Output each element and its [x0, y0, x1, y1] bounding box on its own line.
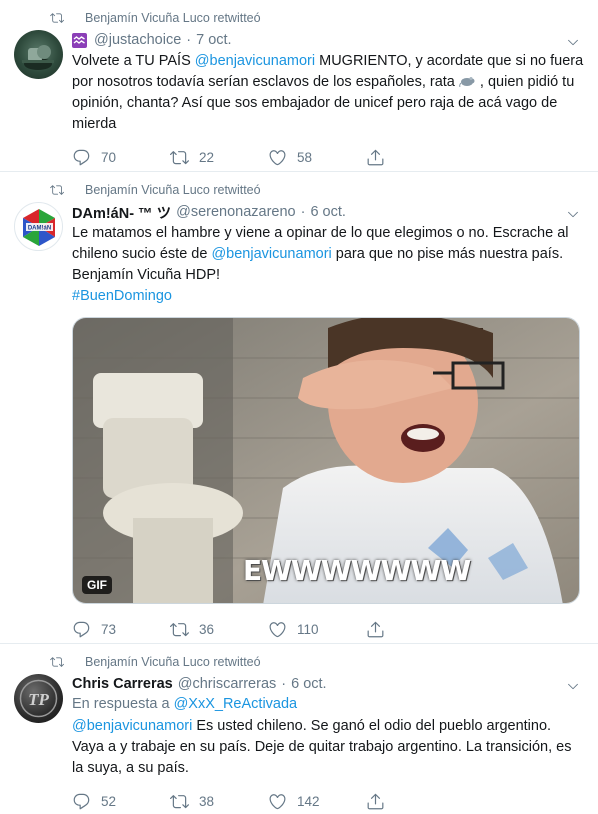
heart-icon [269, 621, 286, 637]
timeline-feed: Benjamín Vicuña Luco retwitteó @justacho… [0, 0, 598, 814]
retweet-context: Benjamín Vicuña Luco retwitteó [50, 10, 584, 26]
heart-icon [269, 149, 286, 165]
reply-count: 52 [101, 793, 117, 809]
retweet-label: Benjamín Vicuña Luco retwitteó [85, 655, 261, 669]
user-handle[interactable]: @serenonazareno [176, 204, 296, 220]
retweet-button[interactable]: 36 [170, 620, 268, 639]
tweet-text: Volvete a TU PAÍS @benjavicunamori MUGRI… [72, 51, 584, 135]
share-icon [367, 149, 384, 165]
retweet-context: Benjamín Vicuña Luco retwitteó [50, 654, 584, 670]
separator-dot: · [300, 204, 306, 220]
mention-link[interactable]: @benjavicunamori [72, 718, 192, 734]
timestamp[interactable]: 6 oct. [291, 676, 326, 692]
retweet-icon [170, 622, 189, 636]
separator-dot: · [186, 32, 192, 48]
retweet-context: Benjamín Vicuña Luco retwitteó [50, 182, 584, 198]
like-button[interactable]: 58 [268, 148, 366, 167]
retweet-icon [170, 150, 189, 164]
gif-media[interactable]: EWWWWWWW GIF [72, 317, 580, 604]
tweet[interactable]: Benjamín Vicuña Luco retwitteó @justacho… [0, 0, 598, 172]
tweet-actions: 70 22 58 [72, 137, 584, 177]
share-button[interactable] [366, 148, 464, 167]
tweet-actions: 73 36 110 [72, 609, 584, 649]
tweet[interactable]: Benjamín Vicuña Luco retwitteó DAM!áN DA [0, 172, 598, 644]
hashtag-link[interactable]: #BuenDomingo [72, 288, 172, 304]
mention-link[interactable]: @benjavicunamori [195, 53, 315, 69]
tweet-text: @benjavicunamori Es usted chileno. Se ga… [72, 716, 584, 779]
retweet-label: Benjamín Vicuña Luco retwitteó [85, 183, 261, 197]
reply-button[interactable]: 70 [72, 148, 170, 167]
share-button[interactable] [366, 620, 464, 639]
user-handle[interactable]: @chriscarreras [178, 676, 277, 692]
share-icon [367, 621, 384, 637]
like-button[interactable]: 142 [268, 792, 366, 811]
reply-button[interactable]: 73 [72, 620, 170, 639]
gif-caption: EWWWWWWW [243, 554, 471, 587]
like-count: 110 [297, 621, 319, 637]
user-handle[interactable]: @justachoice [94, 32, 181, 48]
aquarius-icon [72, 32, 87, 48]
like-button[interactable]: 110 [268, 620, 366, 639]
retweet-button[interactable]: 38 [170, 792, 268, 811]
retweet-icon [50, 13, 64, 23]
reply-context: En respuesta a @XxX_ReActivada [72, 694, 584, 715]
tweet-text: Le matamos el hambre y viene a opinar de… [72, 223, 584, 307]
separator-dot: · [281, 676, 287, 692]
reply-prefix: En respuesta a [72, 696, 174, 712]
chevron-down-icon[interactable] [566, 208, 580, 222]
svg-text:DAM!áN: DAM!áN [28, 226, 51, 232]
tweet[interactable]: Benjamín Vicuña Luco retwitteó TP Chris … [0, 644, 598, 814]
gif-badge: GIF [82, 576, 112, 594]
chevron-down-icon[interactable] [566, 680, 580, 694]
rat-emoji-icon [459, 74, 476, 90]
like-count: 142 [297, 793, 320, 809]
retweet-count: 38 [199, 793, 215, 809]
timestamp[interactable]: 6 oct. [310, 204, 345, 220]
mention-link[interactable]: @benjavicunamori [211, 246, 331, 262]
svg-text:TP: TP [28, 690, 49, 709]
reply-count: 70 [101, 149, 117, 165]
reply-icon [73, 621, 90, 637]
retweet-count: 36 [199, 621, 215, 637]
retweet-label: Benjamín Vicuña Luco retwitteó [85, 11, 261, 25]
timestamp[interactable]: 7 oct. [196, 32, 231, 48]
reply-to-link[interactable]: @XxX_ReActivada [174, 696, 298, 712]
retweet-icon [170, 794, 189, 808]
like-count: 58 [297, 149, 313, 165]
retweet-icon [50, 657, 64, 667]
display-name[interactable]: DAm!áN- ™ ツ [72, 202, 171, 223]
retweet-count: 22 [199, 149, 215, 165]
avatar-image-icon [22, 45, 54, 70]
avatar[interactable]: DAM!áN [14, 202, 63, 251]
avatar[interactable]: TP [14, 674, 63, 723]
avatar-logo-icon: DAM!áN [23, 209, 55, 246]
reply-button[interactable]: 52 [72, 792, 170, 811]
retweet-icon [50, 185, 64, 195]
reply-count: 73 [101, 621, 117, 637]
heart-icon [269, 793, 286, 809]
avatar[interactable] [14, 30, 63, 79]
text-segment: Volvete a TU PAÍS [72, 53, 195, 69]
retweet-button[interactable]: 22 [170, 148, 268, 167]
share-icon [367, 793, 384, 809]
reply-icon [73, 793, 90, 809]
chevron-down-icon[interactable] [566, 36, 580, 50]
display-name[interactable]: Chris Carreras [72, 676, 173, 692]
reply-icon [73, 149, 90, 165]
tweet-actions: 52 38 142 [72, 781, 584, 814]
share-button[interactable] [366, 792, 464, 811]
avatar-logo-icon: TP [19, 679, 58, 718]
